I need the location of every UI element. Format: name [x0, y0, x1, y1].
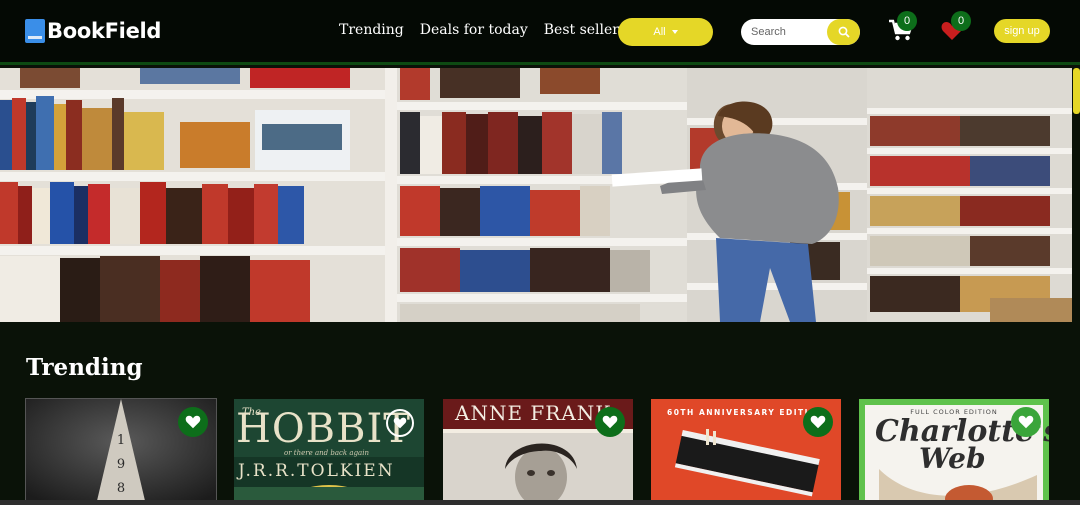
scrollbar-thumb[interactable]: [1073, 68, 1080, 114]
cart-count-badge: 0: [897, 11, 917, 31]
filter-label: All: [653, 26, 666, 38]
add-to-wishlist-button[interactable]: [595, 407, 625, 437]
logo[interactable]: BookField: [25, 18, 161, 44]
heart-icon: [810, 415, 826, 429]
cover-title-line2: Web: [919, 442, 986, 475]
add-to-wishlist-button[interactable]: [178, 407, 208, 437]
hero-banner: [0, 68, 1072, 322]
heart-icon: [185, 415, 201, 429]
trending-section-title: Trending: [26, 354, 143, 381]
heart-icon: [602, 415, 618, 429]
navbar: BookField Trending Deals for today Best …: [0, 0, 1080, 65]
brand-name: BookField: [47, 19, 162, 43]
heart-icon: [393, 417, 407, 429]
search-box: [741, 19, 860, 45]
add-to-wishlist-button[interactable]: [386, 409, 414, 437]
horizontal-scrollbar[interactable]: [0, 500, 1080, 505]
caret-down-icon: [671, 30, 678, 34]
add-to-wishlist-button[interactable]: [1011, 407, 1041, 437]
search-input[interactable]: [741, 19, 825, 45]
cover-author: J.R.R.TOLKIEN: [238, 461, 395, 481]
heart-icon: [1018, 415, 1034, 429]
book-card[interactable]: 1 9 8: [25, 398, 217, 505]
add-to-wishlist-button[interactable]: [803, 407, 833, 437]
category-filter-button[interactable]: All: [618, 18, 713, 46]
book-card[interactable]: The HOBBIT or there and back again J.R.R…: [234, 399, 424, 505]
cover-title: HOBBIT: [236, 406, 411, 452]
cover-subtitle: or there and back again: [284, 449, 369, 457]
bookstore-photo: [0, 68, 1072, 322]
book-card[interactable]: FULL COLOR EDITION Charlotte's Web: [859, 399, 1049, 505]
search-button[interactable]: [827, 19, 860, 45]
nav-links: Trending Deals for today Best sellers: [339, 22, 626, 38]
signup-button[interactable]: sign up: [994, 19, 1050, 43]
cover-number: 1 9 8: [116, 433, 126, 496]
cover-title: ANNE FRANK: [455, 401, 612, 425]
book-logo-icon: [25, 19, 45, 43]
nav-link-deals[interactable]: Deals for today: [420, 22, 528, 38]
nav-link-best-sellers[interactable]: Best sellers: [544, 22, 626, 38]
nav-link-trending[interactable]: Trending: [339, 22, 404, 38]
search-icon: [838, 26, 850, 38]
cover-banner: 60TH ANNIVERSARY EDITION: [667, 408, 825, 417]
book-card[interactable]: 60TH ANNIVERSARY EDITION: [651, 399, 841, 505]
wishlist-count-badge: 0: [951, 11, 971, 31]
book-card[interactable]: ANNE FRANK: [443, 399, 633, 505]
